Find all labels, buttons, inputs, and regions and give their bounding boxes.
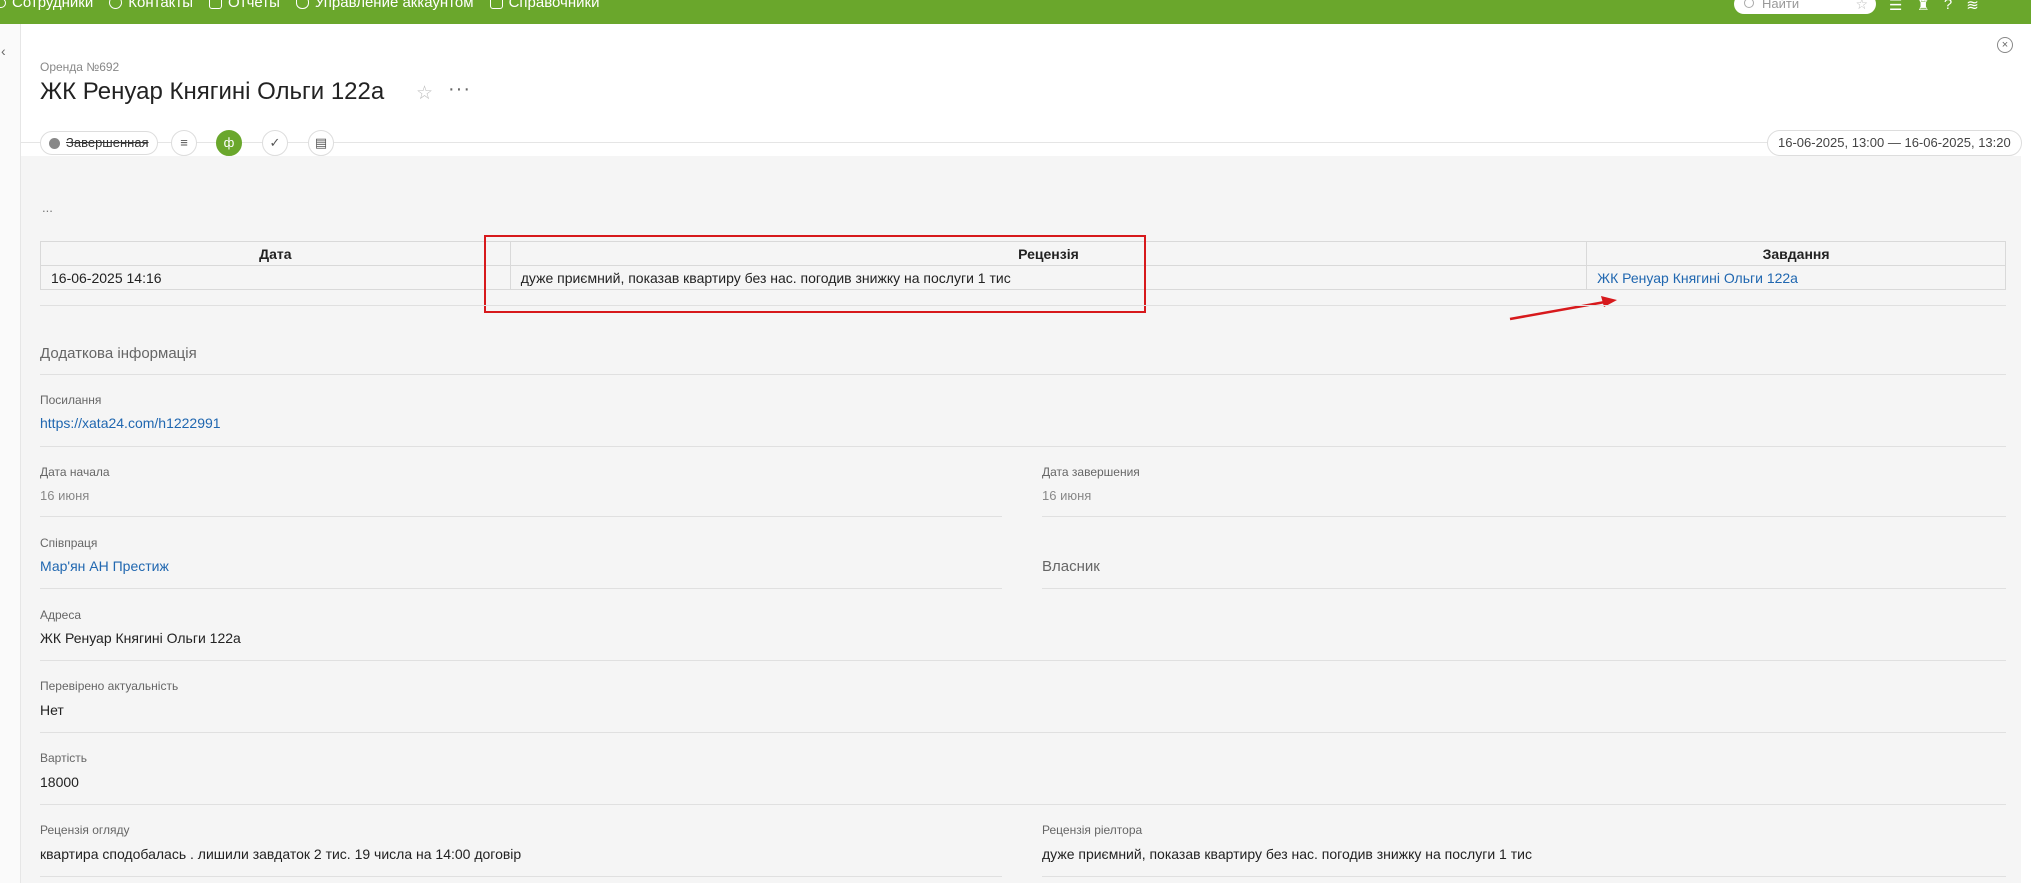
divider — [1042, 516, 2006, 517]
review-view-label: Рецензія огляду — [40, 823, 130, 837]
annotation-arrow — [1509, 296, 1617, 321]
divider — [40, 446, 2006, 447]
divider — [40, 374, 2006, 375]
checked-value: Нет — [40, 702, 64, 718]
comment-icon[interactable]: ▤ — [308, 130, 334, 156]
price-value: 18000 — [40, 774, 79, 790]
nav-item-label: Контакты — [128, 0, 194, 11]
more-options-icon[interactable]: ··· — [448, 78, 471, 101]
column-header-task: Завдання — [1586, 241, 2006, 266]
divider — [40, 588, 1002, 589]
review-date-cell: 16-06-2025 14:16 — [40, 265, 511, 290]
divider — [40, 516, 1002, 517]
layers-icon[interactable]: ≋ — [1966, 0, 1979, 14]
star-icon[interactable]: ☆ — [1855, 0, 1868, 14]
top-icons: ☰ ♜ ? ≋ — [1889, 0, 1979, 14]
search-placeholder: Найти — [1762, 0, 1800, 11]
main-nav: Сотрудники Контакты Отчеты Управление ак… — [0, 0, 599, 11]
divider — [40, 804, 2006, 805]
review-realtor-label: Рецензія ріелтора — [1042, 823, 1143, 837]
cooperation-label: Співпраця — [40, 536, 98, 550]
review-view-value: квартира сподобалась . лишили завдаток 2… — [40, 846, 522, 862]
chevron-left-icon[interactable]: ‹ — [1, 43, 6, 59]
search-icon — [1744, 0, 1754, 8]
check-icon[interactable]: ✓ — [262, 130, 288, 156]
owner-label: Власник — [1042, 558, 1100, 575]
left-collapse-strip[interactable]: ‹ — [0, 24, 21, 883]
status-label: Завершенная — [66, 135, 149, 150]
address-label: Адреса — [40, 608, 82, 622]
end-date-value: 16 июня — [1042, 488, 1092, 503]
status-badge[interactable]: Завершенная — [40, 131, 158, 155]
start-date-label: Дата начала — [40, 465, 110, 479]
directory-icon — [489, 0, 503, 9]
reports-icon — [209, 0, 223, 9]
link-value[interactable]: https://xata24.com/h1222991 — [40, 415, 221, 431]
date-range[interactable]: 16-06-2025, 13:00 — 16-06-2025, 13:20 — [1767, 130, 2022, 156]
nav-item-contacts[interactable]: Контакты — [109, 0, 193, 11]
search-input[interactable]: Найти ☆ — [1734, 0, 1876, 14]
end-date-label: Дата завершения — [1042, 465, 1140, 479]
start-date-value: 16 июня — [40, 488, 90, 503]
contacts-icon — [109, 0, 123, 9]
divider — [1042, 588, 2006, 589]
review-realtor-value: дуже приємний, показав квартиру без нас.… — [1042, 846, 1532, 862]
divider — [40, 305, 2006, 306]
summary-placeholder: ... — [42, 200, 53, 215]
divider — [40, 732, 2006, 733]
nav-item-label: Управление аккаунтом — [314, 0, 474, 11]
record-subtitle: Оренда №692 — [40, 60, 120, 74]
page-title: ЖК Ренуар Княгині Ольги 122а — [40, 78, 385, 105]
price-label: Вартість — [40, 751, 87, 765]
column-header-date: Дата — [40, 241, 511, 266]
status-dot-icon — [49, 137, 60, 149]
finance-icon[interactable]: ф — [216, 130, 242, 156]
nav-item-reports[interactable]: Отчеты — [209, 0, 280, 11]
menu-icon[interactable]: ☰ — [1889, 0, 1902, 14]
address-value: ЖК Ренуар Княгині Ольги 122а — [40, 630, 241, 646]
nav-item-label: Отчеты — [228, 0, 280, 11]
cooperation-value[interactable]: Мар'ян АН Престиж — [40, 558, 169, 574]
nav-item-account[interactable]: Управление аккаунтом — [295, 0, 474, 11]
divider — [40, 876, 1002, 877]
link-label: Посилання — [40, 393, 102, 407]
top-navigation-bar: Сотрудники Контакты Отчеты Управление ак… — [0, 0, 2031, 24]
divider — [1042, 876, 2006, 877]
account-icon — [295, 0, 309, 9]
nav-item-employees[interactable]: Сотрудники — [0, 0, 93, 11]
nav-item-directory[interactable]: Справочники — [489, 0, 600, 11]
list-icon[interactable]: ≡ — [171, 130, 197, 156]
section-title: Додаткова інформація — [40, 345, 197, 362]
task-link[interactable]: ЖК Ренуар Княгині Ольги 122а — [1597, 270, 1798, 286]
checked-label: Перевірено актуальність — [40, 679, 179, 693]
help-icon[interactable]: ? — [1944, 0, 1952, 14]
divider — [40, 660, 2006, 661]
close-icon[interactable]: × — [1997, 37, 2013, 53]
nav-item-label: Справочники — [508, 0, 600, 11]
user-icon[interactable]: ♜ — [1916, 0, 1929, 14]
highlight-box — [484, 235, 1146, 313]
review-task-cell: ЖК Ренуар Княгині Ольги 122а — [1586, 265, 2006, 290]
nav-item-label: Сотрудники — [12, 0, 94, 11]
people-icon — [0, 0, 6, 8]
favorite-star-icon[interactable]: ☆ — [416, 82, 433, 105]
